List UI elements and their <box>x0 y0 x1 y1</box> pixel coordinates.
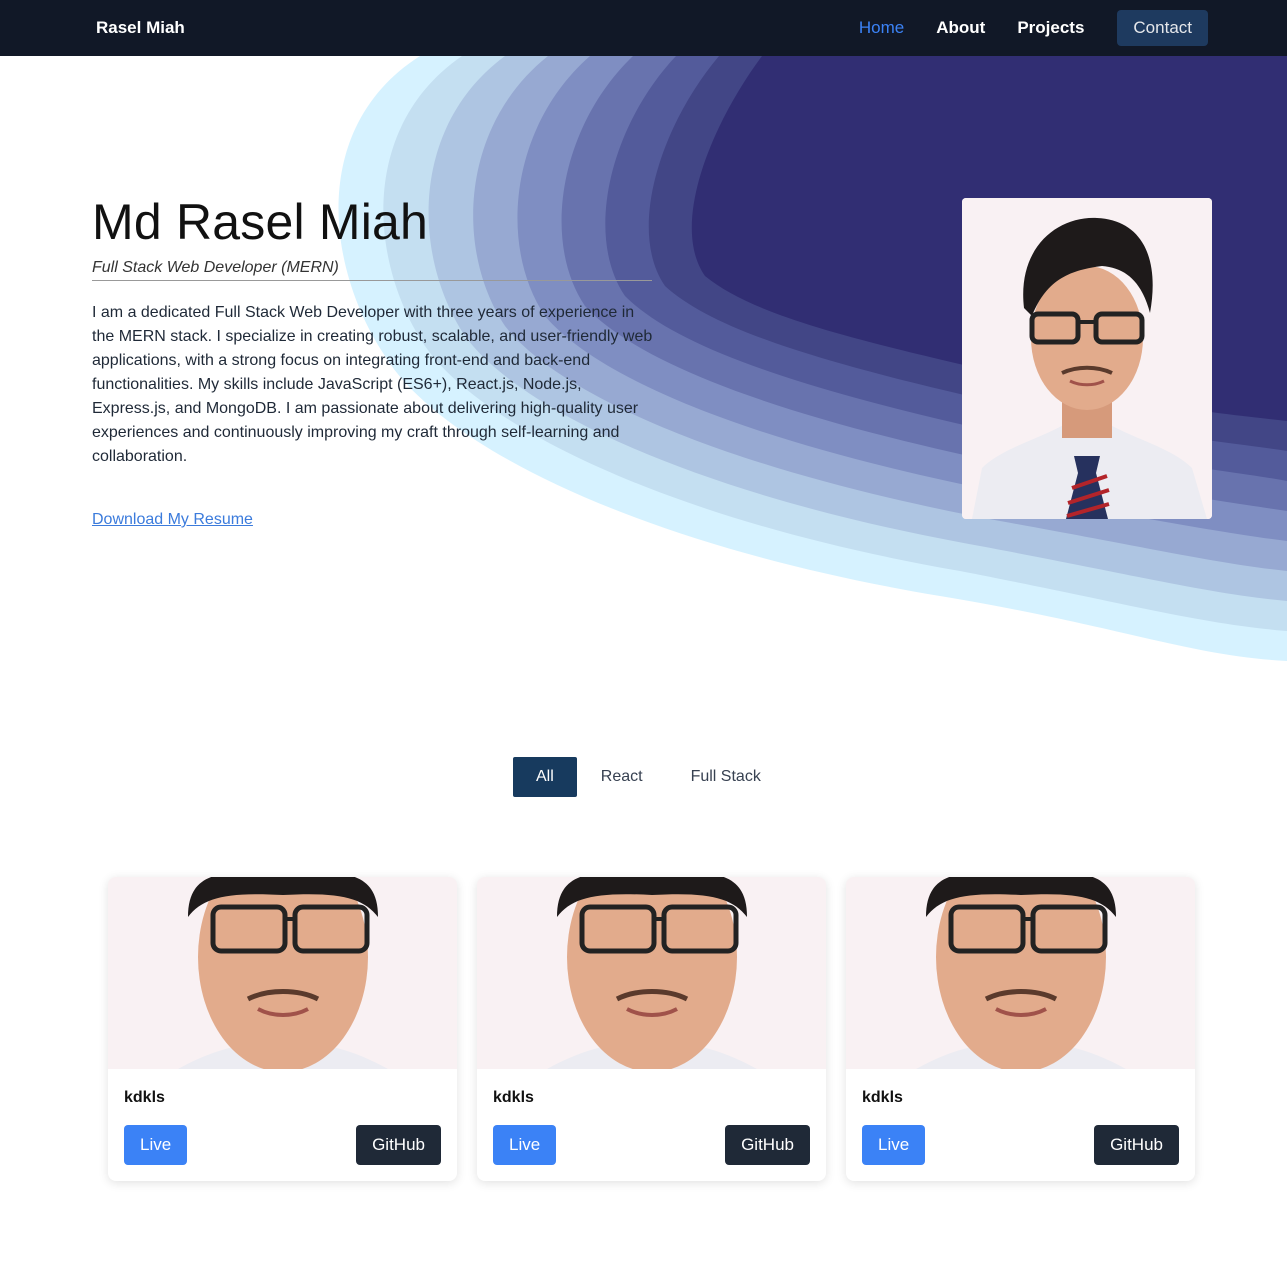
live-button[interactable]: Live <box>124 1125 188 1165</box>
main-nav: Home About Projects Contact <box>827 10 1208 46</box>
filter-tab-react[interactable]: React <box>577 757 667 797</box>
github-button[interactable]: GitHub <box>725 1125 810 1165</box>
github-button[interactable]: GitHub <box>1094 1125 1179 1165</box>
project-thumbnail <box>846 877 1195 1069</box>
nav-link-projects[interactable]: Projects <box>1017 18 1084 38</box>
project-title: kdkls <box>493 1089 534 1106</box>
hero-name-heading: Md Rasel Miah <box>92 194 429 250</box>
hero-description: I am a dedicated Full Stack Web Develope… <box>92 304 653 465</box>
github-button[interactable]: GitHub <box>356 1125 441 1165</box>
nav-link-about[interactable]: About <box>936 18 985 38</box>
project-thumbnail <box>477 877 826 1069</box>
project-card-grid: kdkls Live GitHub kdkls Live GitHub kdkl… <box>108 877 1195 1181</box>
hero-subtitle: Full Stack Web Developer (MERN) <box>92 259 652 281</box>
project-title: kdkls <box>124 1089 165 1106</box>
live-button[interactable]: Live <box>493 1125 557 1165</box>
filter-tab-all[interactable]: All <box>513 757 577 797</box>
contact-button[interactable]: Contact <box>1117 10 1208 46</box>
project-thumbnail <box>108 877 457 1069</box>
brand-logo-text[interactable]: Rasel Miah <box>96 18 185 38</box>
profile-photo <box>962 198 1212 519</box>
filter-tab-full-stack[interactable]: Full Stack <box>667 757 785 797</box>
project-card: kdkls Live GitHub <box>477 877 826 1181</box>
top-navbar: Rasel Miah Home About Projects Contact <box>0 0 1287 56</box>
nav-link-home[interactable]: Home <box>859 18 904 38</box>
project-card: kdkls Live GitHub <box>846 877 1195 1181</box>
live-button[interactable]: Live <box>862 1125 926 1165</box>
project-title: kdkls <box>862 1089 903 1106</box>
project-card: kdkls Live GitHub <box>108 877 457 1181</box>
project-filter-tabs: All React Full Stack <box>513 757 785 797</box>
download-resume-link[interactable]: Download My Resume <box>92 511 253 529</box>
